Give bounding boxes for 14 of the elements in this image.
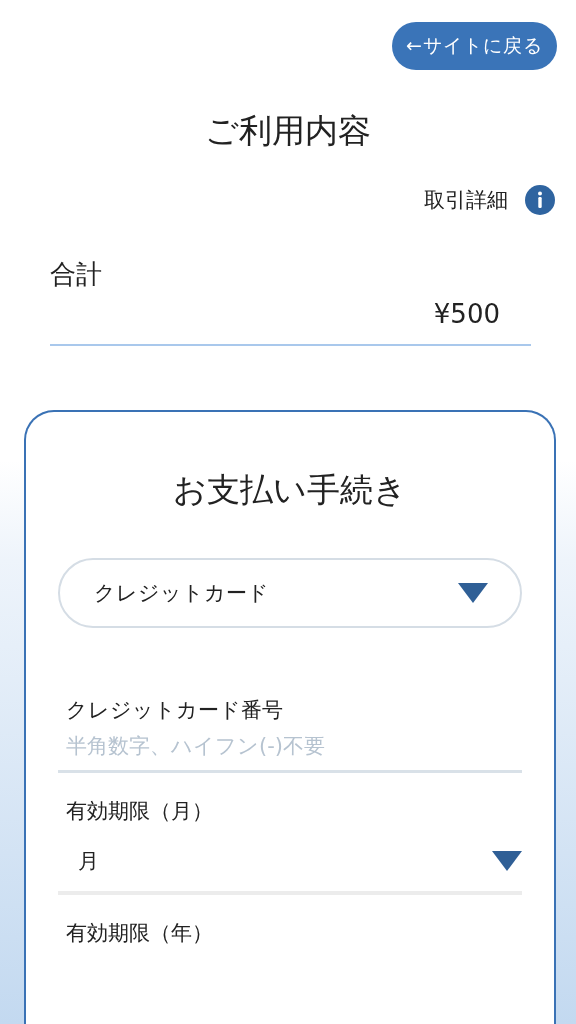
dropdown-icon <box>492 851 522 871</box>
total-amount: ¥500 <box>432 298 501 331</box>
field-label: 有効期限（月） <box>65 798 214 825</box>
info-icon[interactable] <box>524 184 556 216</box>
back-button[interactable]: ←サイトに戻る <box>392 22 557 70</box>
field-label: 有効期限（年） <box>65 920 214 947</box>
field-label: クレジットカード番号 <box>65 697 284 724</box>
details-link[interactable]: 取引詳細 <box>424 186 508 214</box>
payment-method-select[interactable]: クレジットカード <box>58 558 522 628</box>
page-title: ご利用内容 <box>204 110 372 152</box>
total-label: 合計 <box>50 258 103 291</box>
month-select[interactable]: 月 <box>58 835 522 895</box>
dropdown-icon <box>458 583 488 603</box>
payment-title: お支払い手続き <box>172 469 408 511</box>
